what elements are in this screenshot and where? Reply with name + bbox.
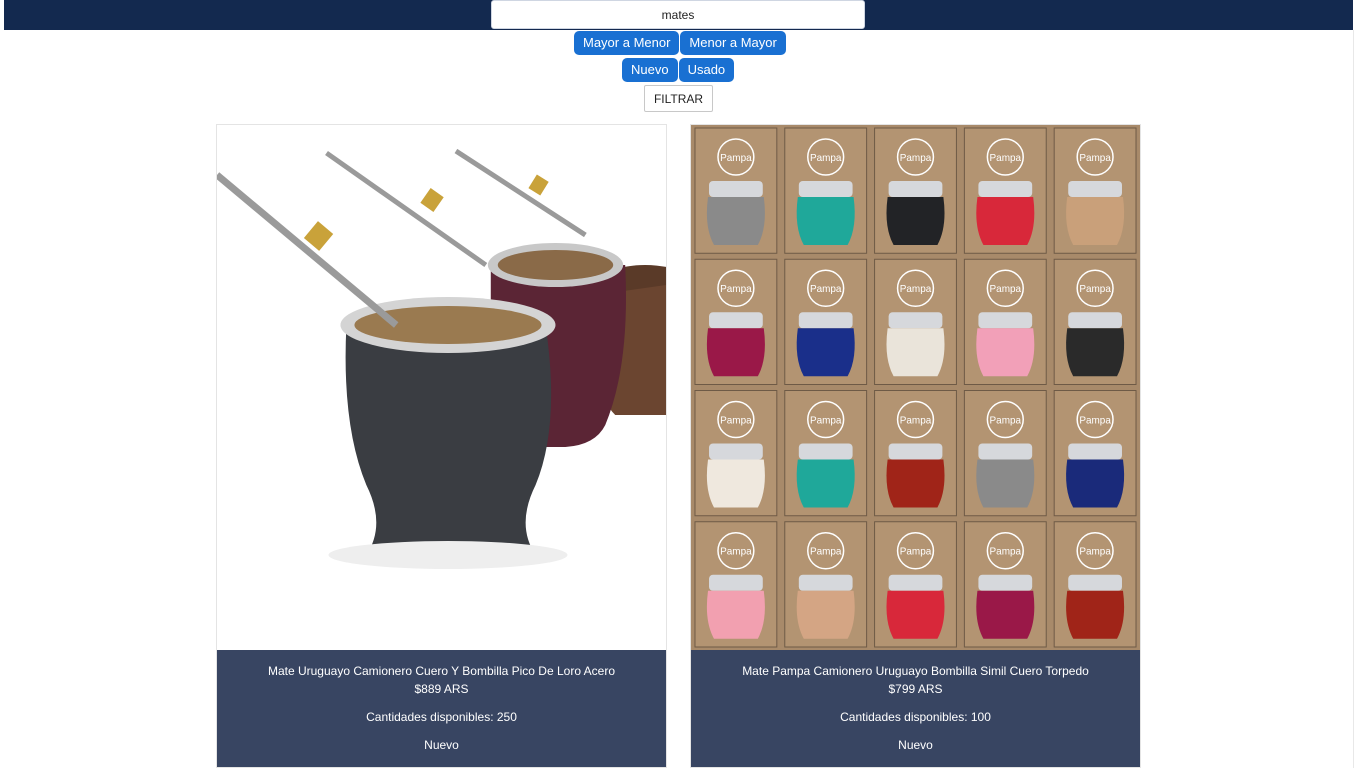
product-price: $889 ARS <box>414 682 469 696</box>
svg-text:Pampa: Pampa <box>900 547 932 558</box>
svg-text:Pampa: Pampa <box>990 284 1022 295</box>
svg-text:Pampa: Pampa <box>990 547 1022 558</box>
svg-text:Pampa: Pampa <box>1079 153 1111 164</box>
svg-text:Pampa: Pampa <box>720 284 752 295</box>
product-info-panel: Mate Uruguayo Camionero Cuero Y Bombilla… <box>217 650 666 767</box>
product-image: Pampa Pampa Pampa Pampa Pampa Pampa Pampa Pampa… <box>691 125 1140 650</box>
product-title[interactable]: Mate Pampa Camionero Uruguayo Bombilla S… <box>691 664 1140 678</box>
sort-filters: Mayor a Menor Menor a Mayor <box>574 31 786 55</box>
product-image <box>217 125 666 650</box>
svg-text:Pampa: Pampa <box>990 153 1022 164</box>
svg-text:Pampa: Pampa <box>900 153 932 164</box>
svg-text:Pampa: Pampa <box>900 284 932 295</box>
svg-text:Pampa: Pampa <box>1079 415 1111 426</box>
svg-text:Pampa: Pampa <box>900 415 932 426</box>
product-info-panel: Mate Pampa Camionero Uruguayo Bombilla S… <box>691 650 1140 767</box>
svg-text:Pampa: Pampa <box>720 415 752 426</box>
svg-text:Pampa: Pampa <box>810 284 842 295</box>
svg-text:Pampa: Pampa <box>720 547 752 558</box>
svg-text:Pampa: Pampa <box>1079 547 1111 558</box>
sort-desc-button[interactable]: Mayor a Menor <box>574 31 680 55</box>
product-card[interactable]: Mate Uruguayo Camionero Cuero Y Bombilla… <box>216 124 667 768</box>
sort-asc-button[interactable]: Menor a Mayor <box>680 31 786 55</box>
product-quantity: Cantidades disponibles: 100 <box>840 710 991 724</box>
svg-text:Pampa: Pampa <box>1079 284 1111 295</box>
product-quantity: Cantidades disponibles: 250 <box>366 710 517 724</box>
condition-used-button[interactable]: Usado <box>678 58 735 82</box>
apply-filter-button[interactable]: FILTRAR <box>644 85 713 112</box>
condition-new-button[interactable]: Nuevo <box>622 58 678 82</box>
svg-text:Pampa: Pampa <box>810 415 842 426</box>
product-card[interactable]: Pampa Pampa Pampa Pampa Pampa Pampa Pampa Pampa… <box>690 124 1141 768</box>
condition-filters: Nuevo Usado <box>622 58 735 82</box>
svg-text:Pampa: Pampa <box>810 153 842 164</box>
product-condition: Nuevo <box>898 738 933 752</box>
svg-text:Pampa: Pampa <box>990 415 1022 426</box>
product-price: $799 ARS <box>888 682 943 696</box>
product-title[interactable]: Mate Uruguayo Camionero Cuero Y Bombilla… <box>217 664 666 678</box>
svg-text:Pampa: Pampa <box>720 153 752 164</box>
svg-text:Pampa: Pampa <box>810 547 842 558</box>
product-condition: Nuevo <box>424 738 459 752</box>
search-input[interactable] <box>491 0 865 29</box>
